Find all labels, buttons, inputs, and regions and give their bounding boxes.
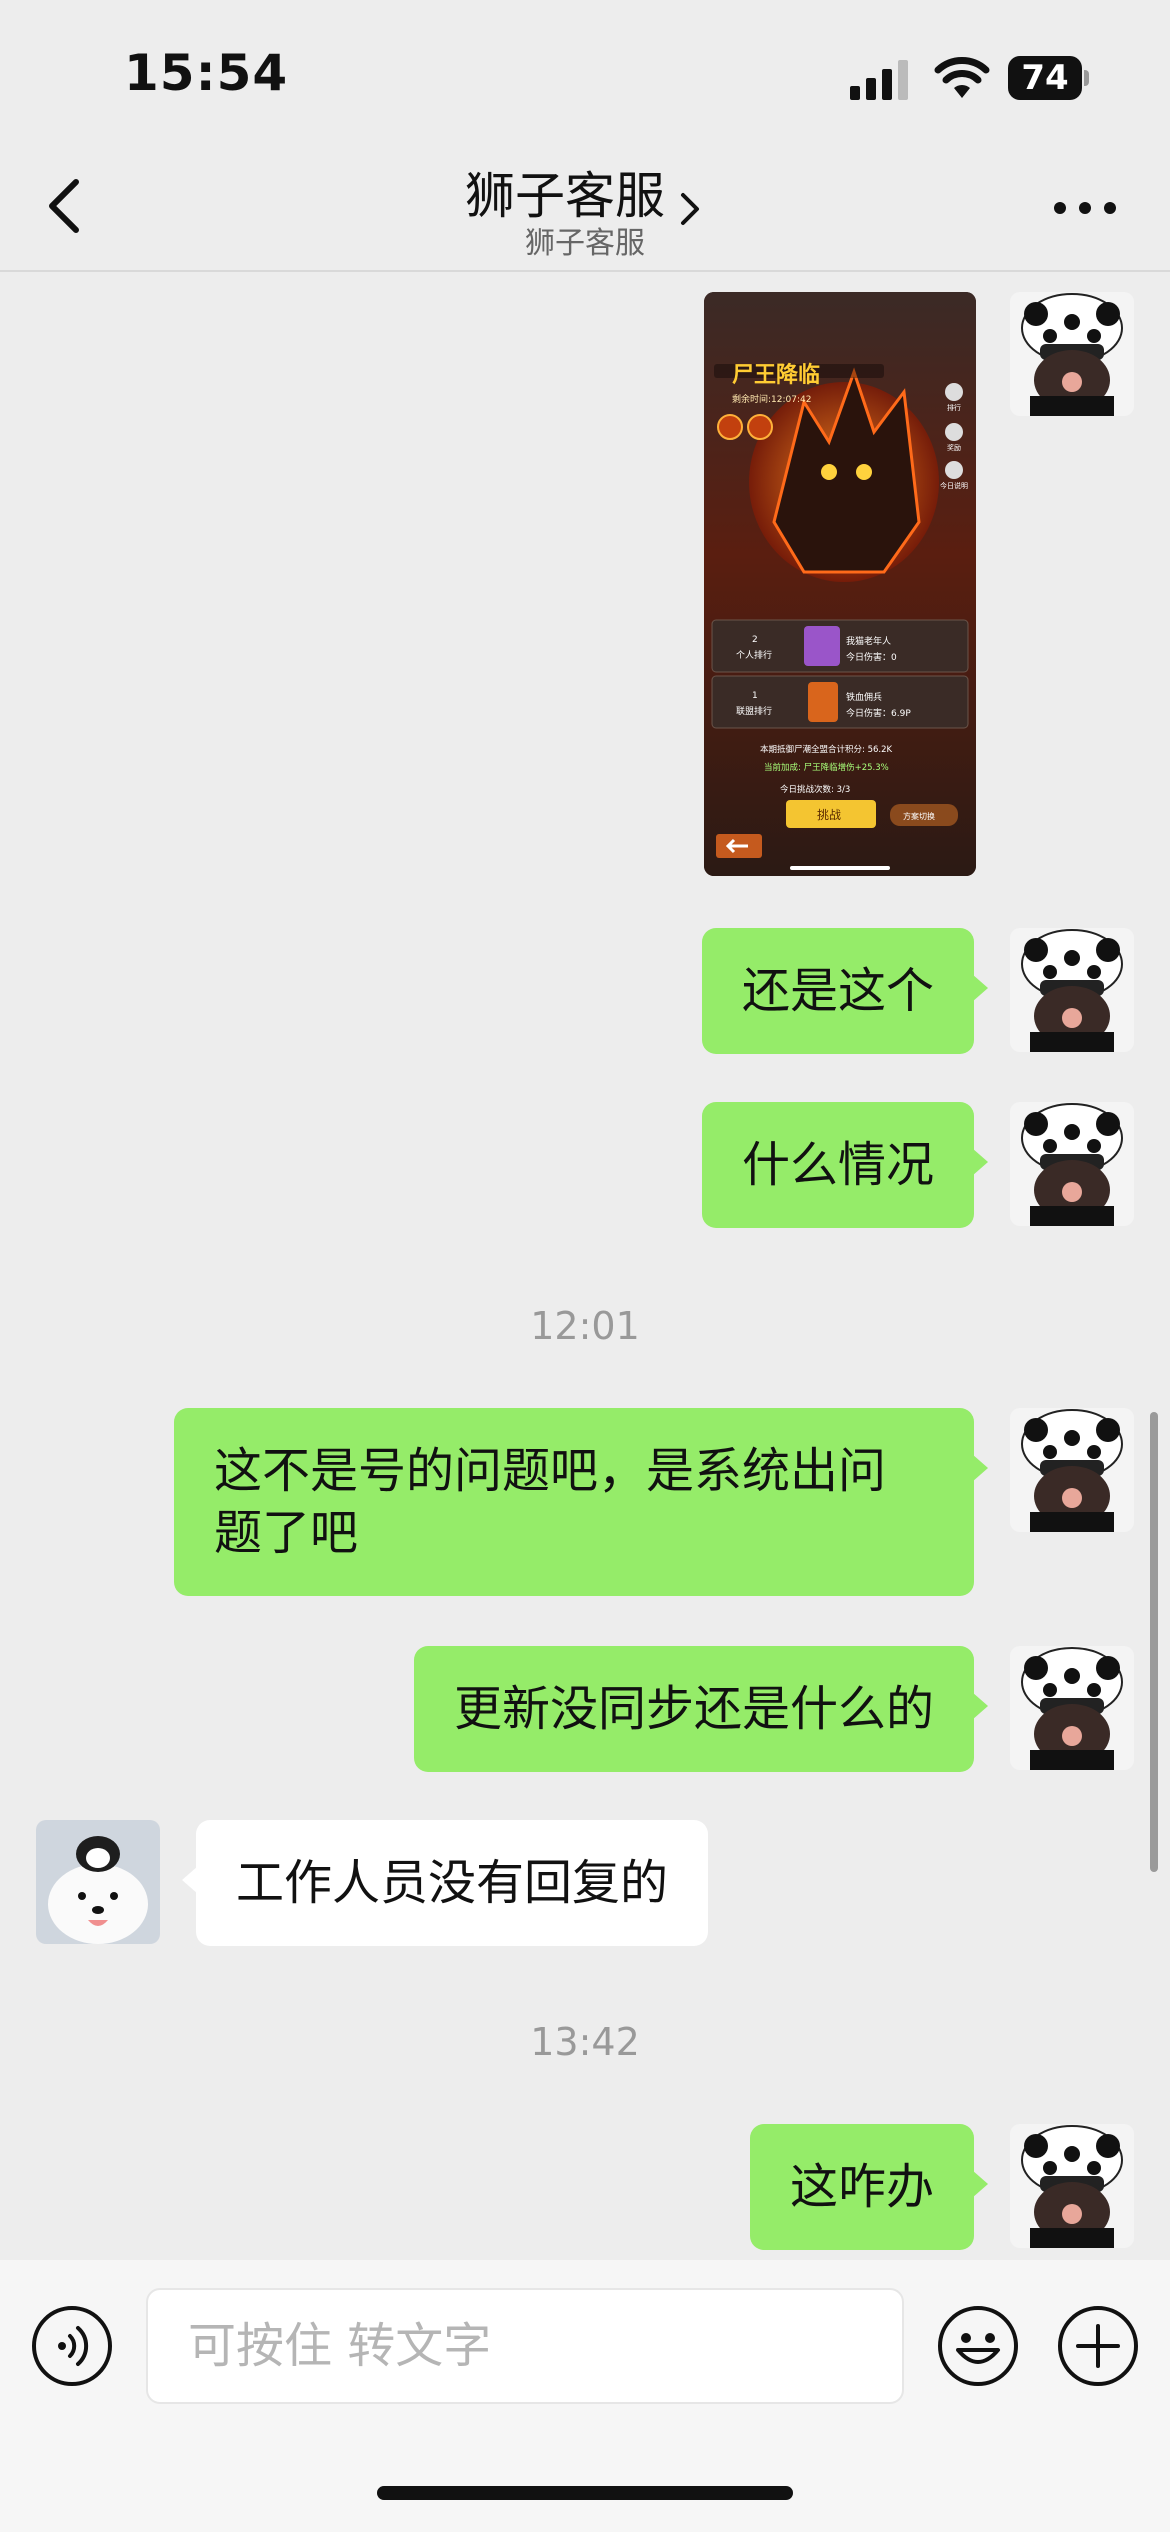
game-screenshot-graphic: 尸王降临 剩余时间:12:07:42 排行 奖励 今日说明 2 个人排行 我猫老… xyxy=(704,292,976,876)
panda-hat-avatar-icon xyxy=(1010,2124,1134,2248)
game-banner-title: 尸王降临 xyxy=(732,362,820,388)
game-remaining-time: 剩余时间:12:07:42 xyxy=(732,393,811,405)
panda-hat-avatar-icon xyxy=(1010,292,1134,416)
game-attempts: 今日挑战次数: 3/3 xyxy=(780,784,850,795)
panda-hat-avatar-icon xyxy=(1010,928,1134,1052)
message-line: 这不是号的问题吧，是系统出问 xyxy=(214,1443,887,1499)
panda-hat-avatar-icon xyxy=(1010,1408,1134,1532)
game-alliance-name: 铁血佣兵 xyxy=(846,691,882,703)
chat-scrollbar[interactable] xyxy=(1150,1412,1158,1872)
game-personal-player: 我猫老年人 xyxy=(846,635,891,647)
game-total-score: 本期抵御尸潮全盟合计积分: 56.2K xyxy=(760,744,892,755)
panda-hat-avatar-icon xyxy=(1010,1646,1134,1770)
more-options-button[interactable] xyxy=(1050,198,1120,218)
game-bonus: 当前加成: 尸王降临增伤+25.3% xyxy=(764,762,889,773)
game-personal-rank-label: 个人排行 xyxy=(736,649,772,661)
chat-subtitle: 狮子客服 xyxy=(525,226,645,261)
my-avatar[interactable] xyxy=(1010,1646,1134,1770)
chat-header: 狮子客服 狮子客服 xyxy=(0,140,1170,272)
received-message-bubble[interactable]: 工作人员没有回复的 xyxy=(181,1820,709,1946)
game-side-icon-reward: 奖励 xyxy=(947,443,961,452)
game-alliance-rank-label: 联盟排行 xyxy=(736,705,772,717)
my-avatar[interactable] xyxy=(1010,928,1134,1052)
my-avatar[interactable] xyxy=(1010,1102,1134,1226)
panda-hat-avatar-icon xyxy=(1010,1102,1134,1226)
battery-level: 74 xyxy=(1008,56,1082,100)
more-functions-button[interactable] xyxy=(1056,2304,1140,2388)
contact-avatar[interactable] xyxy=(36,1820,160,1944)
my-avatar[interactable] xyxy=(1010,292,1134,416)
chat-messages[interactable]: 尸王降临 剩余时间:12:07:42 排行 奖励 今日说明 2 个人排行 我猫老… xyxy=(0,274,1170,2260)
status-time: 15:54 xyxy=(124,44,289,102)
voice-input-button[interactable] xyxy=(30,2304,114,2388)
status-bar: 15:54 74 xyxy=(0,0,1170,140)
game-challenge-button: 挑战 xyxy=(817,808,841,822)
sent-message-bubble[interactable]: 什么情况 xyxy=(701,1102,989,1228)
message-timestamp: 12:01 xyxy=(530,1304,640,1348)
game-alliance-rank-number: 1 xyxy=(752,691,758,701)
chat-title: 狮子客服 xyxy=(465,167,665,225)
sent-message-bubble[interactable]: 这不是号的问题吧，是系统出问 题了吧 xyxy=(174,1408,988,1596)
sent-message-bubble[interactable]: 这咋办 xyxy=(749,2124,989,2250)
message-text-input[interactable]: 可按住 转文字 xyxy=(146,2288,904,2404)
game-side-icon-rank: 排行 xyxy=(947,403,961,412)
message-timestamp: 13:42 xyxy=(530,2020,640,2064)
sent-message-bubble[interactable]: 还是这个 xyxy=(701,928,989,1054)
emoji-button[interactable] xyxy=(936,2304,1020,2388)
sent-message-bubble[interactable]: 更新没同步还是什么的 xyxy=(413,1646,989,1772)
message-line: 题了吧 xyxy=(214,1505,359,1561)
game-side-icon-info: 今日说明 xyxy=(940,481,968,490)
game-personal-rank-number: 2 xyxy=(752,635,758,645)
game-personal-damage: 今日伤害：0 xyxy=(846,651,897,663)
my-avatar[interactable] xyxy=(1010,1408,1134,1532)
message-input-bar: 可按住 转文字 xyxy=(0,2260,1170,2532)
my-avatar[interactable] xyxy=(1010,2124,1134,2248)
home-indicator[interactable] xyxy=(377,2486,793,2500)
cellular-signal-icon xyxy=(850,60,908,100)
battery-tip xyxy=(1084,70,1089,86)
game-screenshot-image[interactable]: 尸王降临 剩余时间:12:07:42 排行 奖励 今日说明 2 个人排行 我猫老… xyxy=(704,292,976,876)
battery-icon: 74 xyxy=(1008,56,1089,100)
game-alliance-damage: 今日伤害：6.9P xyxy=(846,707,911,719)
samoyed-dog-avatar-icon xyxy=(36,1820,160,1944)
wifi-icon xyxy=(934,57,990,98)
game-plan-switch: 方案切换 xyxy=(903,811,935,821)
